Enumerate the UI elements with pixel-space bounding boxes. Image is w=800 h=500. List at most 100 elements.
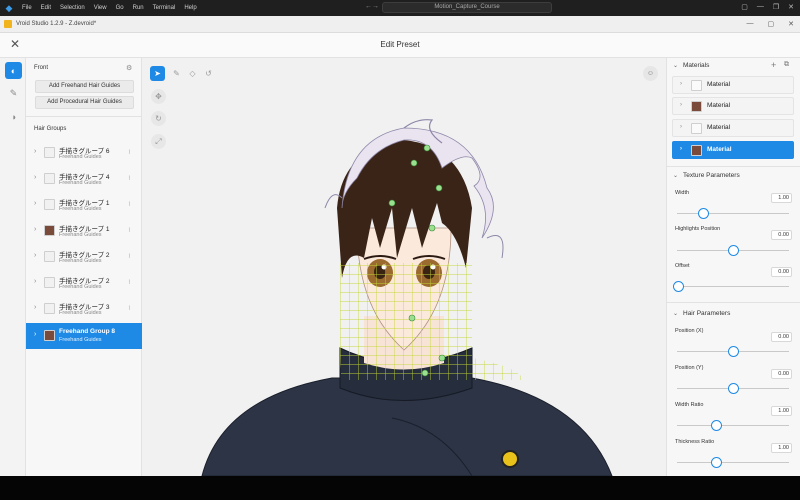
chevron-right-icon[interactable]: › [34,304,36,311]
app-close-icon[interactable]: ✕ [788,20,794,28]
chevron-right-icon[interactable]: › [34,148,36,155]
chevron-right-icon[interactable]: › [680,102,682,108]
pen-tool-icon[interactable]: ✎ [169,66,184,81]
material-swatch [691,101,702,112]
material-item-selected[interactable]: › Material [672,141,794,159]
slider-knob[interactable] [728,383,739,394]
thickness-ratio-value-input[interactable]: 1.00 [771,443,792,453]
duplicate-material-icon[interactable]: ⧉ [784,61,789,69]
chevron-down-icon[interactable]: ⌄ [673,172,678,179]
offset-value-input[interactable]: 0.00 [771,267,792,277]
add-material-icon[interactable]: + [771,60,776,70]
material-item[interactable]: › Material [672,76,794,94]
select-tool-icon[interactable]: ➤ [150,66,165,81]
hair-groups-title: Hair Groups [34,126,67,132]
chevron-right-icon[interactable]: › [680,146,682,152]
position-y-value-input[interactable]: 0.00 [771,369,792,379]
add-procedural-guides-button[interactable]: Add Procedural Hair Guides [35,96,134,109]
vscode-titlebar: ◆ File Edit Selection View Go Run Termin… [0,0,800,16]
slider-knob[interactable] [711,457,722,468]
chevron-down-icon[interactable]: ⌄ [673,62,678,69]
eraser-tool-icon[interactable]: ◇ [185,66,200,81]
chevron-right-icon[interactable]: › [680,81,682,87]
chevron-right-icon[interactable]: › [34,226,36,233]
hair-tool-icon[interactable]: ◐ [5,62,22,79]
chevron-right-icon[interactable]: › [34,200,36,207]
visibility-icon[interactable]: ⌇ [128,279,131,286]
nav-arrows-icon[interactable]: ←→ [365,3,379,10]
highlights-position-slider[interactable] [677,245,789,256]
layout-icon[interactable]: ▢ [741,3,748,11]
chevron-right-icon[interactable]: › [34,252,36,259]
visibility-icon[interactable]: ⌇ [128,201,131,208]
divider [26,116,142,117]
slider-knob[interactable] [698,208,709,219]
close-window-icon[interactable]: ✕ [788,3,794,11]
offset-slider[interactable] [673,281,789,292]
width-slider[interactable] [677,208,789,219]
material-item[interactable]: › Material [672,119,794,137]
character-render[interactable] [142,58,666,476]
hair-group-item[interactable]: › 手描きグループ 6 Freehand Guides ⌇ [26,140,142,166]
3d-viewport[interactable]: ➤ ✎ ◇ ↺ ✥ ↻ ⤢ ☺ [142,58,666,476]
menu-help[interactable]: Help [184,5,196,11]
add-freehand-guides-button[interactable]: Add Freehand Hair Guides [35,80,134,93]
chevron-right-icon[interactable]: › [680,124,682,130]
camera-reset-icon[interactable]: ☺ [643,66,658,81]
material-tool-icon[interactable]: ◑ [5,108,22,125]
visibility-icon[interactable]: ⌇ [128,149,131,156]
highlights-position-value-input[interactable]: 0.00 [771,230,792,240]
hair-group-item[interactable]: › 手描きグループ 3 Freehand Guides ⌇ [26,296,142,322]
thickness-ratio-slider[interactable] [677,457,789,468]
group-swatch [44,173,55,184]
maximize-icon[interactable]: ❐ [773,3,779,11]
chevron-down-icon[interactable]: ⌄ [673,310,678,317]
menu-file[interactable]: File [22,5,32,11]
chevron-right-icon[interactable]: › [34,278,36,285]
guide-point [421,369,429,377]
hair-group-item-selected[interactable]: › Freehand Group 8 Freehand Guides [26,323,142,349]
move-tool-icon[interactable]: ✥ [151,89,166,104]
visibility-icon[interactable]: ⌇ [128,305,131,312]
position-y-slider[interactable] [677,383,789,394]
app-window-controls: — ▢ ✕ [747,20,795,28]
position-x-slider[interactable] [677,346,789,357]
hair-group-item[interactable]: › 手描きグループ 2 Freehand Guides ⌇ [26,270,142,296]
hair-group-item[interactable]: › 手描きグループ 1 Freehand Guides ⌇ [26,192,142,218]
menu-go[interactable]: Go [116,5,124,11]
chevron-right-icon[interactable]: › [34,174,36,181]
visibility-icon[interactable]: ⌇ [128,227,131,234]
hair-group-item[interactable]: › 手描きグループ 4 Freehand Guides ⌇ [26,166,142,192]
chevron-right-icon[interactable]: › [34,331,36,338]
brush-tool-icon[interactable]: ✎ [5,85,22,102]
menu-view[interactable]: View [94,5,107,11]
slider-knob[interactable] [728,245,739,256]
curve-tool-icon[interactable]: ↺ [201,66,216,81]
divider [667,166,800,167]
hair-group-item[interactable]: › 手描きグループ 2 Freehand Guides ⌇ [26,244,142,270]
width-ratio-slider[interactable] [677,420,789,431]
visibility-icon[interactable]: ⌇ [128,253,131,260]
menu-run[interactable]: Run [133,5,144,11]
width-value-input[interactable]: 1.00 [771,193,792,203]
settings-icon[interactable]: ⚙ [126,64,132,72]
slider-knob[interactable] [673,281,684,292]
rotate-tool-icon[interactable]: ↻ [151,111,166,126]
menu-selection[interactable]: Selection [60,5,85,11]
window-controls: ▢ — ❐ ✕ [741,3,794,11]
hair-group-item[interactable]: › 手描きグループ 1 Freehand Guides ⌇ [26,218,142,244]
slider-knob[interactable] [728,346,739,357]
slider-knob[interactable] [711,420,722,431]
app-maximize-icon[interactable]: ▢ [768,20,775,28]
visibility-icon[interactable]: ⌇ [128,175,131,182]
menu-edit[interactable]: Edit [41,5,51,11]
menu-terminal[interactable]: Terminal [153,5,176,11]
width-ratio-value-input[interactable]: 1.00 [771,406,792,416]
scale-tool-icon[interactable]: ⤢ [151,134,166,149]
minimize-icon[interactable]: — [757,3,764,11]
position-x-value-input[interactable]: 0.00 [771,332,792,342]
app-title: Vroid Studio 1.2.9 - Z.devroid* [16,21,97,27]
material-item[interactable]: › Material [672,97,794,115]
app-minimize-icon[interactable]: — [747,20,754,28]
command-center-search[interactable]: Motion_Capture_Course [382,2,552,13]
